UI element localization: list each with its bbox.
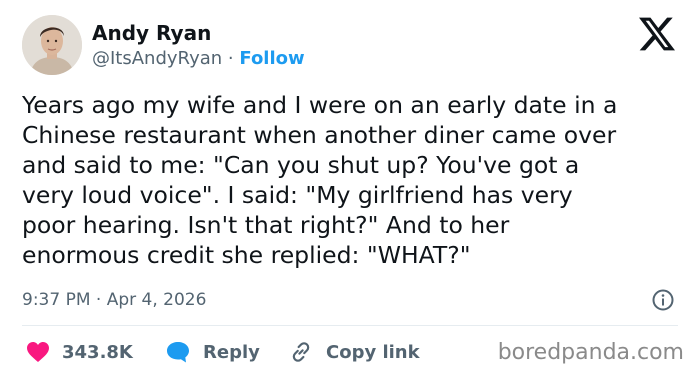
reply-label: Reply [203, 341, 260, 363]
avatar[interactable] [22, 15, 82, 75]
author-name[interactable]: Andy Ryan [92, 20, 211, 46]
reply-bubble-icon [167, 342, 189, 363]
watermark: boredpanda.com [497, 340, 684, 365]
like-button[interactable]: 343.8K [26, 335, 133, 369]
copy-link-button[interactable]: Copy link [288, 335, 420, 369]
post-timestamp[interactable]: 9:37 PM · Apr 4, 2026 [22, 288, 206, 312]
copy-link-label: Copy link [326, 341, 420, 363]
avatar-image [22, 15, 82, 75]
reply-button[interactable]: Reply [165, 335, 260, 369]
handle-separator: · [227, 48, 234, 69]
heart-icon [27, 342, 49, 362]
link-icon [292, 342, 310, 362]
post-text: Years ago my wife and I were on an early… [22, 91, 618, 269]
info-icon[interactable] [651, 288, 675, 312]
divider [22, 325, 678, 326]
author-handle-row: @ItsAndyRyan · Follow [92, 47, 305, 71]
author-handle[interactable]: @ItsAndyRyan [92, 48, 222, 69]
follow-button[interactable]: Follow [239, 48, 304, 69]
like-count: 343.8K [62, 341, 133, 363]
x-logo-icon[interactable] [637, 16, 677, 52]
